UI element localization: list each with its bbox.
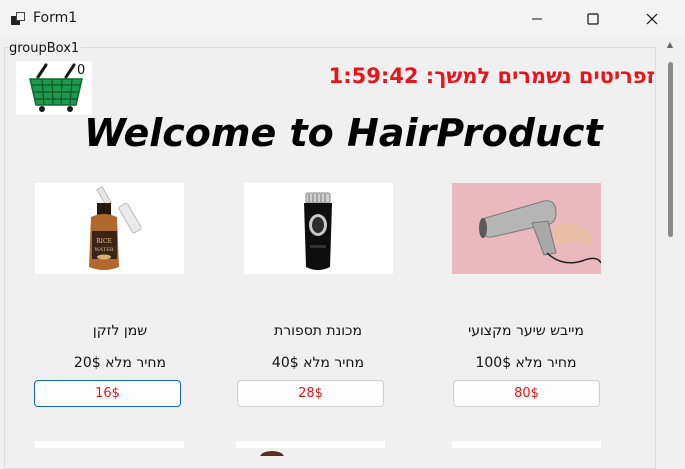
groupbox-label: groupBox1 bbox=[9, 41, 82, 56]
maximize-icon bbox=[587, 12, 599, 25]
product-name-beard-oil: שמן לזקן bbox=[92, 323, 148, 339]
scrollbar-thumb[interactable] bbox=[668, 62, 673, 237]
minimize-button[interactable] bbox=[509, 0, 565, 37]
buy-button-clipper[interactable]: 28$ bbox=[237, 380, 384, 407]
product-thumbnail-icon bbox=[260, 451, 284, 463]
hair-clipper-icon bbox=[304, 192, 332, 270]
scroll-up-arrow-icon[interactable]: ▲ bbox=[664, 40, 676, 52]
close-button[interactable] bbox=[624, 0, 680, 37]
svg-text:WATER: WATER bbox=[95, 247, 114, 253]
close-icon bbox=[646, 13, 658, 24]
app-icon bbox=[11, 12, 25, 25]
product-image-clipper[interactable] bbox=[244, 183, 393, 274]
product-price-clipper: מחיר מלא 40$ bbox=[271, 355, 365, 371]
beard-oil-bottle-icon: RICE WATER bbox=[89, 186, 142, 270]
product-image-next-row-1[interactable] bbox=[35, 441, 184, 448]
welcome-heading: Welcome to HairProduct bbox=[84, 111, 603, 155]
product-image-next-row-3[interactable] bbox=[452, 441, 601, 448]
product-image-next-row-2[interactable] bbox=[236, 441, 385, 463]
window-title: Form1 bbox=[33, 10, 78, 26]
svg-text:RICE: RICE bbox=[96, 238, 112, 245]
product-image-beard-oil[interactable]: RICE WATER bbox=[35, 183, 184, 274]
product-price-beard-oil: מחיר מלא 20$ bbox=[73, 355, 167, 371]
timer-label: זפריטים נשמרים למשך: 1:59:42 bbox=[328, 64, 655, 88]
minimize-icon bbox=[532, 18, 542, 19]
product-name-hair-dryer: מייבש שיער מקצועי bbox=[468, 323, 584, 339]
hair-dryer-icon bbox=[452, 183, 601, 274]
product-name-clipper: מכונת תספורת bbox=[274, 323, 362, 339]
maximize-button[interactable] bbox=[565, 0, 621, 37]
product-image-hair-dryer[interactable] bbox=[452, 183, 601, 274]
product-price-hair-dryer: מחיר מלא 100$ bbox=[475, 355, 577, 371]
buy-button-beard-oil[interactable]: 16$ bbox=[34, 380, 181, 407]
cart-count: 0 bbox=[77, 63, 86, 78]
title-bar: Form1 bbox=[0, 0, 685, 37]
buy-button-hair-dryer[interactable]: 80$ bbox=[453, 380, 600, 407]
